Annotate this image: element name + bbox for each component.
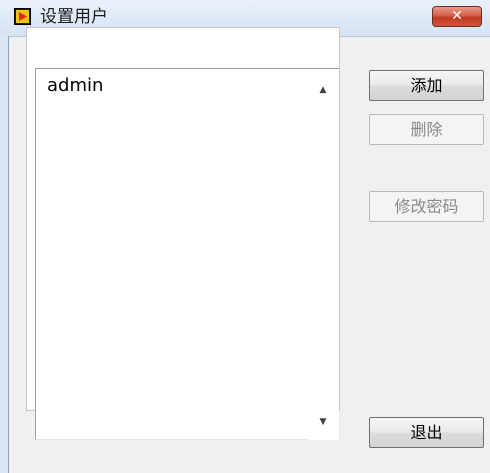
exit-button[interactable]: 退出 (369, 417, 484, 448)
user-list[interactable] (35, 68, 307, 440)
close-icon: ✕ (451, 8, 463, 24)
scroll-up-icon[interactable]: ▲ (307, 80, 339, 100)
app-icon (14, 8, 31, 25)
close-button[interactable]: ✕ (432, 6, 482, 27)
scroll-down-icon[interactable]: ▼ (307, 412, 339, 432)
delete-user-button[interactable]: 删除 (369, 114, 484, 145)
set-users-dialog: 设置用户 ✕ admin ▲ ▼ 添加 删除 修改密码 退出 (0, 0, 490, 473)
change-password-button[interactable]: 修改密码 (369, 191, 484, 222)
user-list-scrollbar[interactable] (307, 68, 339, 440)
window-title: 设置用户 (40, 7, 108, 27)
user-list-item-admin[interactable]: admin (47, 74, 103, 98)
add-user-button[interactable]: 添加 (369, 70, 484, 101)
